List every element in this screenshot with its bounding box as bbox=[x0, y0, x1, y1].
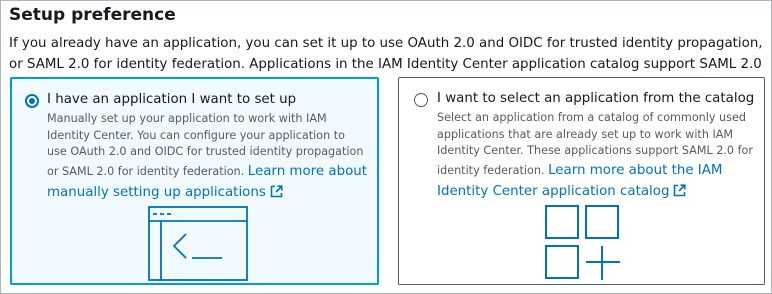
app-window-icon bbox=[148, 206, 248, 281]
section-title: Setup preference bbox=[9, 5, 176, 25]
radio-button-unselected[interactable] bbox=[414, 93, 428, 107]
external-link-icon bbox=[674, 184, 687, 197]
option-tile-catalog[interactable]: I want to select an application from the… bbox=[398, 77, 765, 285]
option-label: I have an application I want to set up bbox=[47, 92, 297, 107]
radio-button-selected[interactable] bbox=[25, 94, 39, 108]
option-label: I want to select an application from the… bbox=[437, 91, 755, 106]
app-catalog-grid-icon bbox=[545, 205, 620, 280]
external-link-icon bbox=[270, 185, 283, 198]
setup-preference-container: Setup preference If you already have an … bbox=[0, 0, 772, 294]
option-tile-manual-setup[interactable]: I have an application I want to set up M… bbox=[10, 77, 379, 285]
